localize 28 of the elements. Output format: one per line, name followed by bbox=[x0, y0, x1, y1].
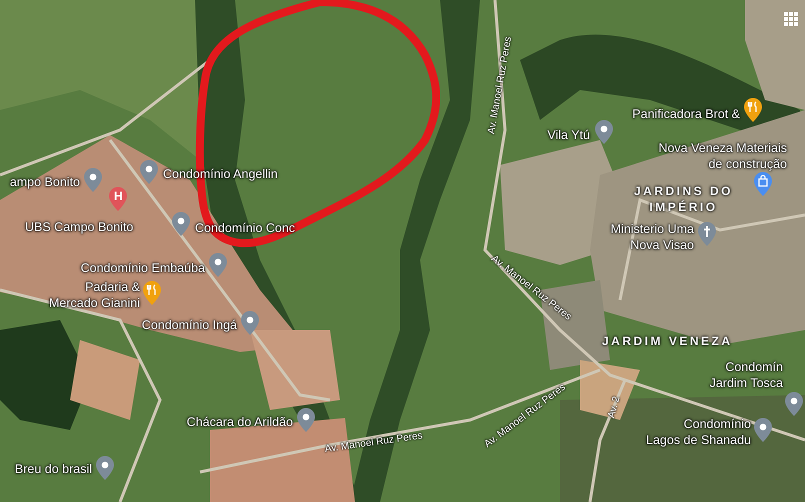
place-label[interactable]: Condomínio Embaúba bbox=[80, 260, 205, 276]
apps-grid-icon[interactable] bbox=[784, 12, 798, 26]
place-label[interactable]: Breu do brasil bbox=[14, 461, 92, 477]
district-label: JARDINS DO IMPÉRIO bbox=[634, 183, 734, 215]
place-label[interactable]: Nova Veneza Materiais de construção bbox=[658, 140, 787, 172]
cross-pin-icon[interactable] bbox=[698, 222, 716, 246]
place-label[interactable]: Condomínio Ingá bbox=[142, 317, 237, 333]
place-label[interactable]: Condomínio Lagos de Shanadu bbox=[646, 416, 751, 448]
road-label: Av. Manoel Ruz Peres bbox=[486, 36, 516, 136]
place-pin-icon[interactable] bbox=[754, 418, 772, 442]
place-label[interactable]: ampo Bonito bbox=[10, 174, 80, 190]
district-label: JARDIM VENEZA bbox=[602, 333, 733, 349]
hospital-letter: H bbox=[114, 189, 123, 203]
place-label[interactable]: Vila Ytú bbox=[547, 127, 590, 143]
place-pin-icon[interactable] bbox=[297, 408, 315, 432]
road-label: Av. Manoel Ruz Peres bbox=[324, 430, 424, 456]
place-pin-icon[interactable] bbox=[595, 120, 613, 144]
road-label: Av. 2 bbox=[606, 395, 624, 420]
place-label[interactable]: Ministerio Uma Nova Visao bbox=[610, 221, 694, 253]
place-pin-icon[interactable] bbox=[785, 392, 803, 416]
restaurant-pin-icon[interactable] bbox=[744, 98, 762, 122]
place-label[interactable]: Padaria & Mercado Gianini bbox=[48, 279, 140, 311]
hospital-pin-icon[interactable] bbox=[109, 187, 127, 211]
shopping-bag-pin-icon[interactable] bbox=[754, 172, 772, 196]
place-pin-icon[interactable] bbox=[96, 456, 114, 480]
place-label[interactable]: UBS Campo Bonito bbox=[25, 219, 134, 235]
place-label[interactable]: Panificadora Brot & bbox=[632, 106, 740, 122]
place-label[interactable]: Condomín Jardim Tosca bbox=[710, 359, 783, 391]
